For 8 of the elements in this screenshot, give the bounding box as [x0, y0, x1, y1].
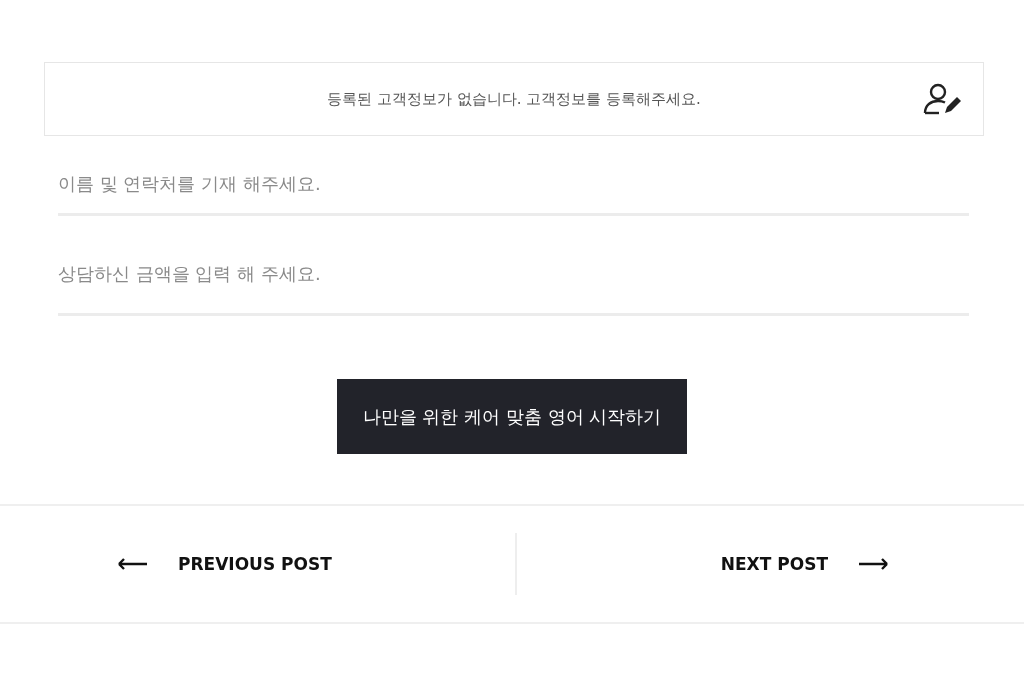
- next-post-link[interactable]: NEXT POST: [720, 554, 828, 574]
- text-field[interactable]: 이름 및 연락처를 기재 해주세요.: [58, 136, 969, 216]
- notice-text: 등록된 고객정보가 없습니다. 고객정보를 등록해주세요.: [327, 89, 701, 109]
- right-arrow-icon: [858, 558, 888, 570]
- left-arrow-icon: [118, 558, 148, 570]
- text-field[interactable]: 상담하신 금액을 입력 해 주세요.: [58, 216, 969, 316]
- previous-post-link[interactable]: PREVIOUS POST: [178, 554, 332, 574]
- start-button[interactable]: 나만을 위한 케어 맞춤 영어 시작하기: [337, 379, 687, 454]
